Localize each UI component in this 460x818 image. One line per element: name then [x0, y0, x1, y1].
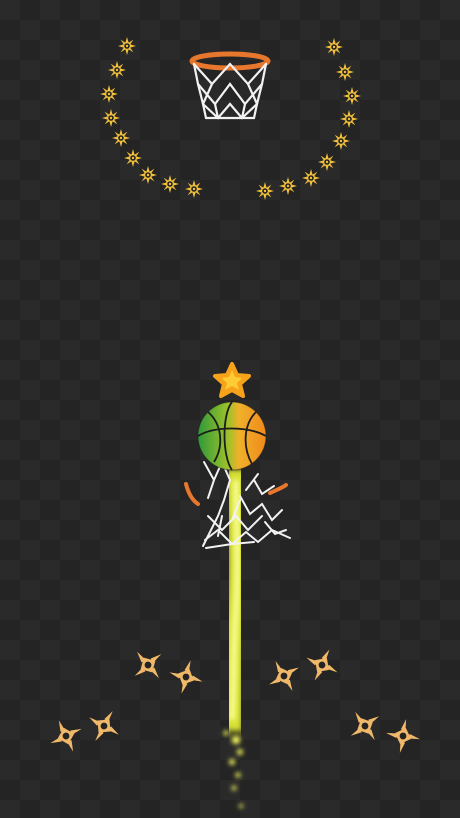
- basketball[interactable]: [197, 401, 267, 471]
- game-canvas[interactable]: [0, 0, 460, 818]
